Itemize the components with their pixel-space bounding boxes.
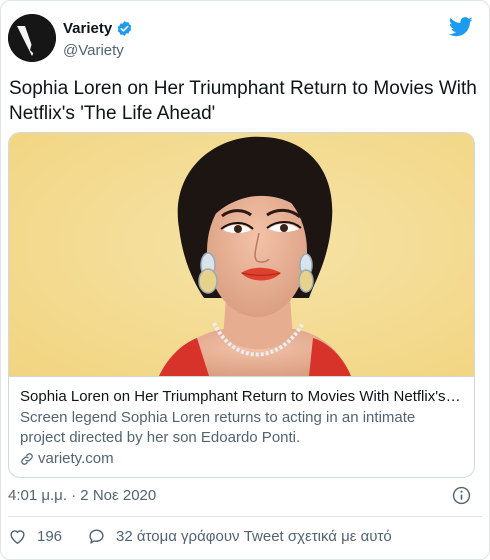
verified-badge-icon — [116, 20, 133, 37]
author-handle[interactable]: @Variety — [63, 42, 133, 59]
heart-icon — [10, 530, 25, 544]
conversation-text: 32 άτομα γράφουν Tweet σχετικά με αυτό — [116, 528, 392, 545]
variety-logo — [8, 14, 56, 62]
card-domain-row: variety.com — [20, 450, 463, 467]
tweet-timestamp[interactable]: 4:01 μ.μ. · 2 Νοε 2020 — [8, 487, 156, 504]
link-icon — [21, 452, 33, 465]
author-name[interactable]: Variety — [63, 20, 112, 37]
info-icon[interactable] — [452, 486, 471, 505]
card-image — [9, 133, 474, 376]
twitter-bird-icon[interactable] — [449, 17, 473, 37]
tweet-text: Sophia Loren on Her Triumphant Return to… — [9, 78, 477, 124]
link-card[interactable]: Sophia Loren on Her Triumphant Return to… — [8, 132, 475, 478]
card-description: Screen legend Sophia Loren returns to ac… — [20, 409, 416, 446]
portrait-photo — [9, 133, 474, 376]
card-body: Sophia Loren on Her Triumphant Return to… — [9, 376, 474, 477]
like-button[interactable]: 196 — [8, 527, 62, 546]
card-domain: variety.com — [38, 450, 114, 467]
like-count: 196 — [37, 528, 63, 545]
author-avatar[interactable] — [8, 14, 56, 62]
conversation-link[interactable]: 32 άτομα γράφουν Tweet σχετικά με αυτό — [87, 527, 392, 546]
chat-bubble-icon — [89, 529, 104, 544]
card-title: Sophia Loren on Her Triumphant Return to… — [20, 388, 463, 405]
tweet-embed: Variety @Variety Sophia Loren on Her Tri… — [0, 0, 490, 560]
divider — [8, 516, 482, 517]
author-info: Variety @Variety — [63, 20, 133, 59]
